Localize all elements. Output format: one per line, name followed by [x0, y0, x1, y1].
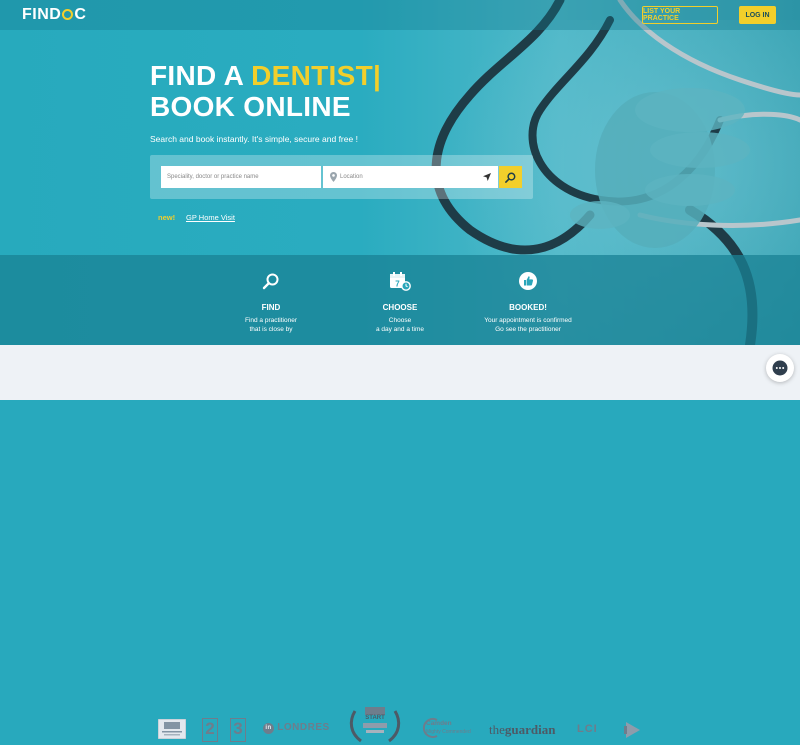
award-text: START — [365, 715, 385, 721]
press-logos-strip: 2 3 in LONDRES START Camden Mighty Comme… — [0, 345, 800, 743]
findoc-logo[interactable]: FIND C — [22, 6, 86, 24]
svg-text:7: 7 — [395, 280, 400, 289]
france2-logo: 2 — [202, 718, 218, 742]
step-description: Choose a day and a time — [375, 317, 425, 333]
gp-home-visit-link[interactable]: GP Home Visit — [186, 213, 235, 222]
hero-headline: FIND A DENTIST| BOOK ONLINE — [150, 60, 381, 122]
location-placeholder: Location — [340, 174, 363, 180]
chat-widget-button[interactable] — [766, 354, 794, 382]
locate-me-icon[interactable] — [480, 173, 494, 181]
lci-logo: LCI — [577, 723, 598, 735]
play-media-logo — [624, 722, 640, 738]
government-seal-logo — [158, 719, 186, 739]
headline-line2: BOOK ONLINE — [150, 91, 351, 122]
france3-logo: 3 — [230, 718, 246, 742]
londres-logo: in LONDRES — [263, 722, 330, 734]
thumbs-up-badge-icon — [519, 272, 537, 290]
magnifier-icon — [262, 273, 279, 290]
calendar-icon: 7 — [390, 272, 411, 291]
hero-section: FIND C LIST YOUR PRACTICE LOG IN FIND A D… — [0, 0, 800, 345]
step-title: BOOKED! — [509, 303, 547, 312]
headline-prefix: FIND A — [150, 60, 252, 91]
login-button[interactable]: LOG IN — [739, 6, 776, 24]
headline-accent: DENTIST| — [251, 60, 382, 91]
step-title: CHOOSE — [382, 303, 418, 312]
location-input[interactable]: Location — [323, 166, 498, 188]
list-your-practice-button[interactable]: LIST YOUR PRACTICE — [642, 6, 718, 24]
search-button[interactable] — [499, 166, 522, 188]
step-choose: 7 CHOOSE Choose a day and a time — [345, 270, 455, 334]
step-booked: BOOKED! Your appointment is confirmed Go … — [473, 270, 583, 334]
step-description: Find a practitioner that is close by — [244, 317, 298, 333]
step-title: FIND — [261, 303, 281, 312]
speciality-search-input[interactable]: Speciality, doctor or practice name — [161, 166, 321, 188]
award-laurel-logo: START — [345, 703, 405, 745]
new-badge: new! — [158, 213, 176, 222]
step-description: Your appointment is confirmed Go see the … — [484, 317, 572, 333]
londres-prefix: in — [263, 723, 274, 734]
search-icon — [505, 172, 516, 183]
step-find: FIND Find a practitioner that is close by — [216, 270, 326, 334]
chat-bubble-icon — [772, 360, 788, 376]
hero-subline: Search and book instantly. It's simple, … — [150, 134, 358, 144]
logo-ring-icon — [62, 9, 74, 20]
location-pin-icon — [326, 172, 340, 182]
the-guardian-logo: theguardian — [489, 722, 556, 737]
